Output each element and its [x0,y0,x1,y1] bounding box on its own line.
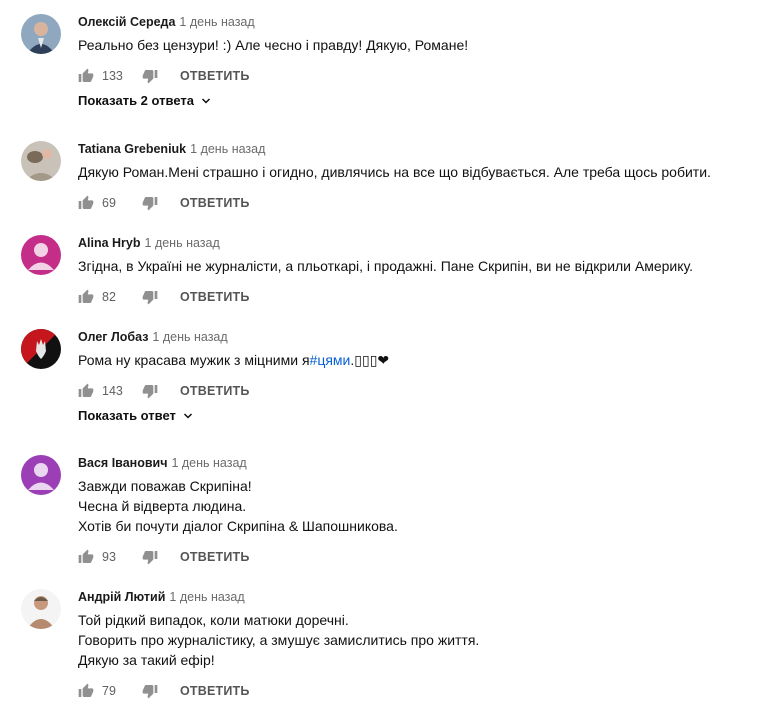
comment-timestamp[interactable]: 1 день назад [152,330,227,344]
like-count: 82 [102,290,116,304]
avatar[interactable] [21,141,61,181]
comment-author[interactable]: Олег Лобаз [78,330,148,344]
thumbs-up-icon[interactable] [78,289,94,305]
chevron-down-icon [182,410,194,422]
comment-text-line: Згідна, в Україні не журналісти, а пльот… [78,258,694,274]
thumbs-up-icon[interactable] [78,195,94,211]
comment-text-line: Чесна й відверта людина. [78,498,247,514]
comment-text-line: Хотів би почути діалог Скрипіна & Шапошн… [78,518,398,534]
comment-author[interactable]: Олексій Середа [78,15,175,29]
comment-timestamp[interactable]: 1 день назад [190,142,265,156]
thumbs-down-icon[interactable] [142,68,158,84]
comment-actions: 133 ОТВЕТИТЬ [78,65,763,87]
thumbs-down-icon[interactable] [142,549,158,565]
comment-text-segment: .▯▯▯❤ [350,352,390,368]
comment-author[interactable]: Alina Hryb [78,236,141,250]
comment-text: Згідна, в Україні не журналісти, а пльот… [78,256,763,276]
thumbs-up-icon[interactable] [78,68,94,84]
show-replies-button[interactable]: Показать ответ [78,408,763,423]
hashtag-link[interactable]: #цями [310,352,351,368]
reply-button[interactable]: ОТВЕТИТЬ [180,384,250,398]
chevron-down-icon [200,95,212,107]
reply-button[interactable]: ОТВЕТИТЬ [180,196,250,210]
comment-timestamp[interactable]: 1 день назад [171,456,246,470]
thumbs-down-icon[interactable] [142,195,158,211]
show-replies-label: Показать 2 ответа [78,93,194,108]
comment-author[interactable]: Tatiana Grebeniuk [78,142,186,156]
avatar[interactable] [21,589,61,629]
comment-timestamp[interactable]: 1 день назад [145,236,220,250]
comment-text: Дякую Роман.Мені страшно і огидно, дивля… [78,162,763,182]
thumbs-up-icon[interactable] [78,383,94,399]
like-count: 79 [102,684,116,698]
comment-text-line: Завжди поважав Скрипіна! [78,478,252,494]
like-count: 143 [102,384,123,398]
avatar[interactable] [21,329,61,369]
like-count: 133 [102,69,123,83]
comment-author[interactable]: Вася Іванович [78,456,167,470]
comment-text: Той рідкий випадок, коли матюки доречні.… [78,610,763,670]
thumbs-up-icon[interactable] [78,683,94,699]
comment-text: Реально без цензури! :) Але чесно і прав… [78,35,763,55]
comment-text: Завжди поважав Скрипіна! Чесна й відверт… [78,476,763,536]
thumbs-down-icon[interactable] [142,383,158,399]
comment-timestamp[interactable]: 1 день назад [179,15,254,29]
avatar[interactable] [21,455,61,495]
reply-button[interactable]: ОТВЕТИТЬ [180,69,250,83]
comment-text-segment: Рома ну красава мужик з міцними я [78,352,310,368]
comment-author[interactable]: Андрій Лютий [78,590,165,604]
comment-actions: 93 ОТВЕТИТЬ [78,546,763,568]
reply-button[interactable]: ОТВЕТИТЬ [180,290,250,304]
comment-text-line: Той рідкий випадок, коли матюки доречні. [78,612,349,628]
avatar[interactable] [21,235,61,275]
thumbs-down-icon[interactable] [142,683,158,699]
comment-actions: 82 ОТВЕТИТЬ [78,286,763,308]
comment-text-line: Дякую Роман.Мені страшно і огидно, дивля… [78,164,711,180]
thumbs-up-icon[interactable] [78,549,94,565]
reply-button[interactable]: ОТВЕТИТЬ [180,550,250,564]
comment-actions: 69 ОТВЕТИТЬ [78,192,763,214]
comment-timestamp[interactable]: 1 день назад [169,590,244,604]
comment-actions: 79 ОТВЕТИТЬ [78,680,763,702]
reply-button[interactable]: ОТВЕТИТЬ [180,684,250,698]
thumbs-down-icon[interactable] [142,289,158,305]
comment-actions: 143 ОТВЕТИТЬ [78,380,763,402]
comment-text-line: Дякую за такий ефір! [78,652,215,668]
show-replies-label: Показать ответ [78,408,176,423]
comment-text-line: Реально без цензури! :) Але чесно і прав… [78,37,469,53]
like-count: 69 [102,196,116,210]
comment-text: Рома ну красава мужик з міцними я#цями.▯… [78,350,763,370]
comment-text-line: Говорить про журналістику, а змушує зами… [78,632,480,648]
avatar[interactable] [21,14,61,54]
like-count: 93 [102,550,116,564]
show-replies-button[interactable]: Показать 2 ответа [78,93,763,108]
